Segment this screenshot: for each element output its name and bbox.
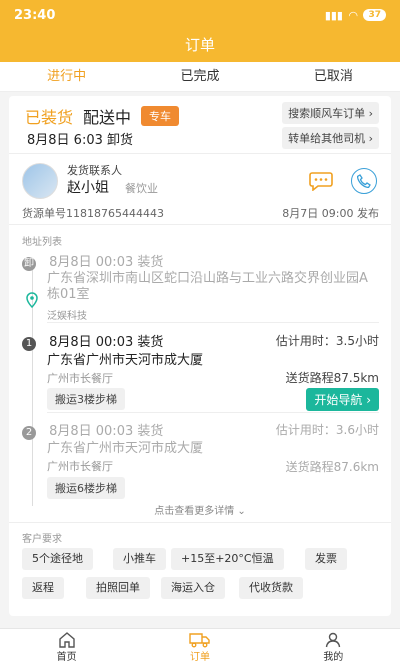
tab-completed[interactable]: 已完成 — [133, 62, 266, 91]
start-navigation-label: 开始导航 — [314, 393, 363, 407]
location-pin-icon — [25, 292, 39, 312]
publish-time: 8月7日 09:00 发布 — [282, 207, 379, 220]
search-ride-order-button[interactable]: 搜索顺风车订单 › — [282, 102, 379, 124]
avatar — [22, 163, 58, 199]
address-list-header: 地址列表 — [22, 237, 62, 248]
chat-icon — [309, 172, 333, 191]
stop-1-company: 广州市长餐厅 — [47, 372, 113, 385]
start-navigation-button[interactable]: 开始导航 › — [306, 388, 379, 411]
origin-time: 8月8日 00:03 装货 — [49, 255, 164, 270]
truck-icon — [189, 633, 210, 648]
tab-cancelled[interactable]: 已取消 — [267, 62, 400, 91]
divider — [47, 322, 379, 323]
status-bar: 23:40 ▮▮▮ ◠ 37 — [0, 0, 400, 30]
contact-label: 发货联系人 — [67, 164, 122, 177]
transfer-order-label: 转单给其他司机 — [288, 132, 366, 145]
nav-orders-label: 订单 — [189, 652, 210, 663]
stop-number: 1 — [22, 337, 36, 351]
stop-2-distance: 送货路程87.6km — [285, 460, 379, 474]
divider — [9, 153, 391, 154]
order-state: 配送中 — [83, 108, 132, 127]
requirement-chip: 海运入仓 — [161, 577, 225, 599]
chat-button[interactable] — [308, 168, 334, 194]
stop-2-address: 广东省广州市天河市成大厦 — [47, 441, 204, 456]
origin-stop: 卸 8月8日 00:03 装货 — [22, 251, 163, 271]
order-tabs: 进行中 已完成 已取消 — [0, 62, 400, 92]
stop-1-distance: 送货路程87.5km — [285, 371, 379, 385]
divider — [9, 224, 391, 225]
chevron-right-icon: › — [366, 393, 371, 407]
contact-name: 赵小姐 — [67, 180, 109, 196]
page-title: 订单 — [0, 30, 400, 62]
contact-industry: 餐饮业 — [125, 182, 158, 195]
requirement-chip: +15至+20°C恒温 — [171, 548, 284, 570]
stop-2-estimate: 估计用时：3.6小时 — [275, 423, 379, 437]
origin-address: 广东省深圳市南山区蛇口沿山路与工业六路交界创业园A栋01室 — [47, 271, 368, 302]
requirements-header: 客户要求 — [22, 534, 62, 545]
origin-company: 泛娱科技 — [47, 311, 87, 322]
view-more-details[interactable]: 点击查看更多详情 ⌄ — [9, 502, 391, 517]
stop-time: 8月8日 00:03 装货 — [49, 335, 164, 350]
transfer-order-button[interactable]: 转单给其他司机 › — [282, 127, 379, 149]
stop-1-header: 1 8月8日 00:03 装货 — [22, 331, 163, 351]
user-icon — [326, 632, 341, 648]
requirement-chip: 5个途径地 — [22, 548, 93, 570]
requirement-chip: 小推车 — [113, 548, 166, 570]
divider — [47, 412, 379, 413]
nav-orders[interactable]: 订单 — [133, 629, 266, 666]
order-status: 已装货 — [25, 108, 74, 127]
unload-time: 8月8日 6:03 卸货 — [27, 133, 133, 148]
stop-1-estimate: 估计用时：3.5小时 — [275, 334, 379, 348]
requirement-chip: 代收货款 — [239, 577, 303, 599]
nav-home[interactable]: 首页 — [0, 629, 133, 666]
status-icons: ▮▮▮ ◠ 37 — [325, 9, 386, 22]
source-number: 货源单号11818765444443 — [22, 207, 164, 220]
order-status-row: 已装货 配送中 专车 — [25, 104, 180, 128]
phone-icon — [357, 174, 371, 188]
battery-icon: 37 — [363, 9, 386, 21]
search-ride-order-label: 搜索顺风车订单 — [288, 107, 366, 120]
stop-2-tag: 搬运6楼步梯 — [47, 477, 125, 499]
requirement-chip: 返程 — [22, 577, 64, 599]
order-card[interactable]: 已装货 配送中 专车 搜索顺风车订单 › 转单给其他司机 › 8月8日 6:03… — [9, 96, 391, 616]
chevron-right-icon: › — [368, 107, 373, 120]
nav-profile-label: 我的 — [323, 652, 344, 663]
wifi-icon: ◠ — [349, 8, 358, 22]
divider — [9, 522, 391, 523]
stop-1-address: 广东省广州市天河市成大厦 — [47, 353, 204, 368]
nav-profile[interactable]: 我的 — [267, 629, 400, 666]
status-time: 23:40 — [14, 7, 56, 23]
vehicle-type-badge: 专车 — [141, 106, 180, 126]
bottom-nav: 首页 订单 我的 — [0, 628, 400, 666]
requirement-chip: 发票 — [305, 548, 347, 570]
stop-2-company: 广州市长餐厅 — [47, 460, 113, 473]
nav-home-label: 首页 — [56, 652, 77, 663]
chevron-right-icon: › — [368, 132, 373, 145]
home-icon — [58, 632, 75, 648]
requirement-chip: 拍照回单 — [86, 577, 150, 599]
call-button[interactable] — [351, 168, 377, 194]
chevron-down-icon: ⌄ — [237, 506, 246, 517]
stop-number: 2 — [22, 426, 36, 440]
stop-1-tag: 搬运3楼步梯 — [47, 388, 125, 410]
tab-in-progress[interactable]: 进行中 — [0, 62, 133, 91]
unload-icon: 卸 — [22, 257, 36, 271]
view-more-label: 点击查看更多详情 — [154, 506, 235, 517]
signal-icon: ▮▮▮ — [324, 8, 343, 22]
